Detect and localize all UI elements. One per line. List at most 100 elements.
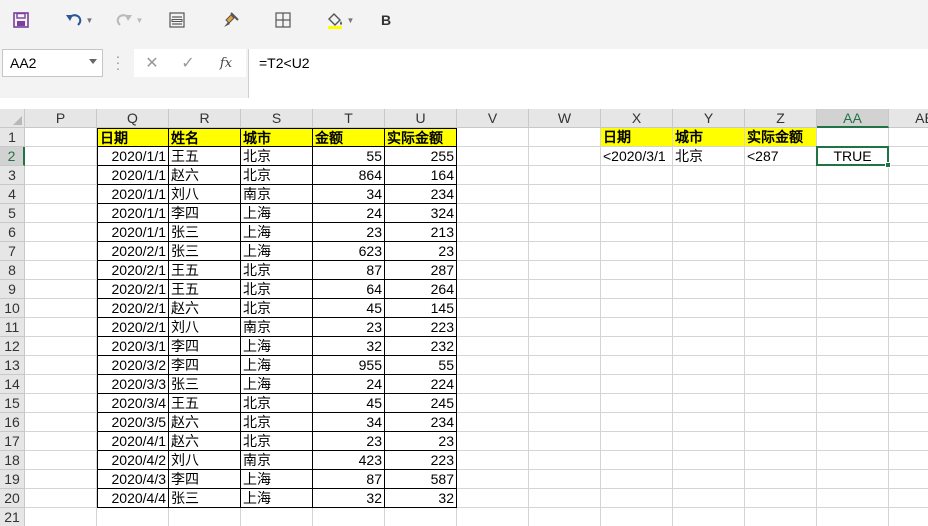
- table-cell[interactable]: 北京: [241, 166, 313, 185]
- column-header-v[interactable]: V: [457, 109, 529, 128]
- more-options-icon[interactable]: · · ·: [115, 49, 121, 75]
- cell-empty[interactable]: [817, 489, 889, 508]
- row-header-3[interactable]: 3: [0, 166, 25, 185]
- row-header-11[interactable]: 11: [0, 318, 25, 337]
- cell-empty[interactable]: [457, 337, 529, 356]
- fill-color-button[interactable]: ▼: [323, 8, 357, 32]
- cell-empty[interactable]: [25, 185, 97, 204]
- cell-empty[interactable]: [889, 318, 928, 337]
- cell-empty[interactable]: [25, 242, 97, 261]
- table-cell[interactable]: 北京: [241, 147, 313, 166]
- cell-empty[interactable]: [601, 394, 673, 413]
- table-cell[interactable]: 上海: [241, 337, 313, 356]
- table-cell[interactable]: 南京: [241, 318, 313, 337]
- cell-empty[interactable]: [601, 318, 673, 337]
- table-cell[interactable]: 145: [385, 299, 457, 318]
- cell-empty[interactable]: [745, 337, 817, 356]
- column-header-y[interactable]: Y: [673, 109, 745, 128]
- row-header-17[interactable]: 17: [0, 432, 25, 451]
- cell-empty[interactable]: [529, 413, 601, 432]
- cell-empty[interactable]: [889, 432, 928, 451]
- cell-empty[interactable]: [817, 242, 889, 261]
- row-header-2[interactable]: 2: [0, 147, 25, 166]
- cell-empty[interactable]: [97, 508, 169, 526]
- table-cell[interactable]: 2020/1/1: [97, 166, 169, 185]
- cell-empty[interactable]: [745, 280, 817, 299]
- table-cell[interactable]: 北京: [241, 394, 313, 413]
- cell-empty[interactable]: [601, 223, 673, 242]
- cell-empty[interactable]: [529, 337, 601, 356]
- cell-empty[interactable]: [673, 261, 745, 280]
- cell-empty[interactable]: [601, 432, 673, 451]
- cell-empty[interactable]: [817, 394, 889, 413]
- cell-empty[interactable]: [673, 451, 745, 470]
- row-header-13[interactable]: 13: [0, 356, 25, 375]
- cell-empty[interactable]: [673, 318, 745, 337]
- table-cell[interactable]: 45: [313, 299, 385, 318]
- row-header-9[interactable]: 9: [0, 280, 25, 299]
- cell-empty[interactable]: [601, 242, 673, 261]
- cell-empty[interactable]: [25, 280, 97, 299]
- cell-empty[interactable]: [457, 470, 529, 489]
- cell-empty[interactable]: [25, 166, 97, 185]
- table-cell[interactable]: 2020/3/4: [97, 394, 169, 413]
- cell-empty[interactable]: [745, 470, 817, 489]
- cell-empty[interactable]: [601, 337, 673, 356]
- table-cell[interactable]: 刘八: [169, 318, 241, 337]
- form-button[interactable]: [166, 8, 188, 32]
- cell-empty[interactable]: [25, 451, 97, 470]
- cell-empty[interactable]: [529, 451, 601, 470]
- cell-empty[interactable]: [529, 147, 601, 166]
- row-header-6[interactable]: 6: [0, 223, 25, 242]
- cell-empty[interactable]: [817, 299, 889, 318]
- cell-empty[interactable]: [889, 204, 928, 223]
- cell-empty[interactable]: [601, 375, 673, 394]
- cell-empty[interactable]: [745, 261, 817, 280]
- table-cell[interactable]: 24: [313, 204, 385, 223]
- cell-empty[interactable]: [673, 394, 745, 413]
- table-cell[interactable]: 李四: [169, 204, 241, 223]
- fill-color-dropdown-icon[interactable]: ▼: [347, 16, 355, 25]
- criteria-value-cell[interactable]: 北京: [673, 147, 745, 166]
- cell-empty[interactable]: [673, 185, 745, 204]
- cell-empty[interactable]: [457, 204, 529, 223]
- table-cell[interactable]: 55: [385, 356, 457, 375]
- cell-empty[interactable]: [457, 413, 529, 432]
- table-cell[interactable]: 623: [313, 242, 385, 261]
- table-cell[interactable]: 64: [313, 280, 385, 299]
- cell-empty[interactable]: [745, 185, 817, 204]
- cell-empty[interactable]: [457, 261, 529, 280]
- cell-empty[interactable]: [25, 223, 97, 242]
- format-painter-button[interactable]: [220, 8, 242, 32]
- table-cell[interactable]: 上海: [241, 489, 313, 508]
- criteria-header-cell[interactable]: 城市: [673, 128, 745, 147]
- cell-empty[interactable]: [529, 128, 601, 147]
- formula-input[interactable]: =T2<U2: [248, 49, 928, 98]
- cell-empty[interactable]: [817, 451, 889, 470]
- cell-empty[interactable]: [889, 261, 928, 280]
- table-cell[interactable]: 张三: [169, 242, 241, 261]
- table-cell[interactable]: 2020/3/2: [97, 356, 169, 375]
- cell-empty[interactable]: [673, 280, 745, 299]
- cell-empty[interactable]: [889, 413, 928, 432]
- column-header-w[interactable]: W: [529, 109, 601, 128]
- save-button[interactable]: [10, 8, 32, 32]
- cell-empty[interactable]: [745, 318, 817, 337]
- table-cell[interactable]: 赵六: [169, 299, 241, 318]
- cell-empty[interactable]: [25, 128, 97, 147]
- cell-empty[interactable]: [457, 508, 529, 526]
- row-header-20[interactable]: 20: [0, 489, 25, 508]
- row-header-19[interactable]: 19: [0, 470, 25, 489]
- borders-button[interactable]: [272, 8, 294, 32]
- table-cell[interactable]: 北京: [241, 299, 313, 318]
- cell-empty[interactable]: [25, 299, 97, 318]
- table-cell[interactable]: 2020/3/5: [97, 413, 169, 432]
- criteria-value-cell[interactable]: <287: [745, 147, 817, 166]
- cell-empty[interactable]: [817, 128, 889, 147]
- row-header-14[interactable]: 14: [0, 375, 25, 394]
- cell-empty[interactable]: [385, 508, 457, 526]
- cell-empty[interactable]: [745, 489, 817, 508]
- cell-empty[interactable]: [25, 261, 97, 280]
- cell-empty[interactable]: [673, 413, 745, 432]
- cell-empty[interactable]: [673, 489, 745, 508]
